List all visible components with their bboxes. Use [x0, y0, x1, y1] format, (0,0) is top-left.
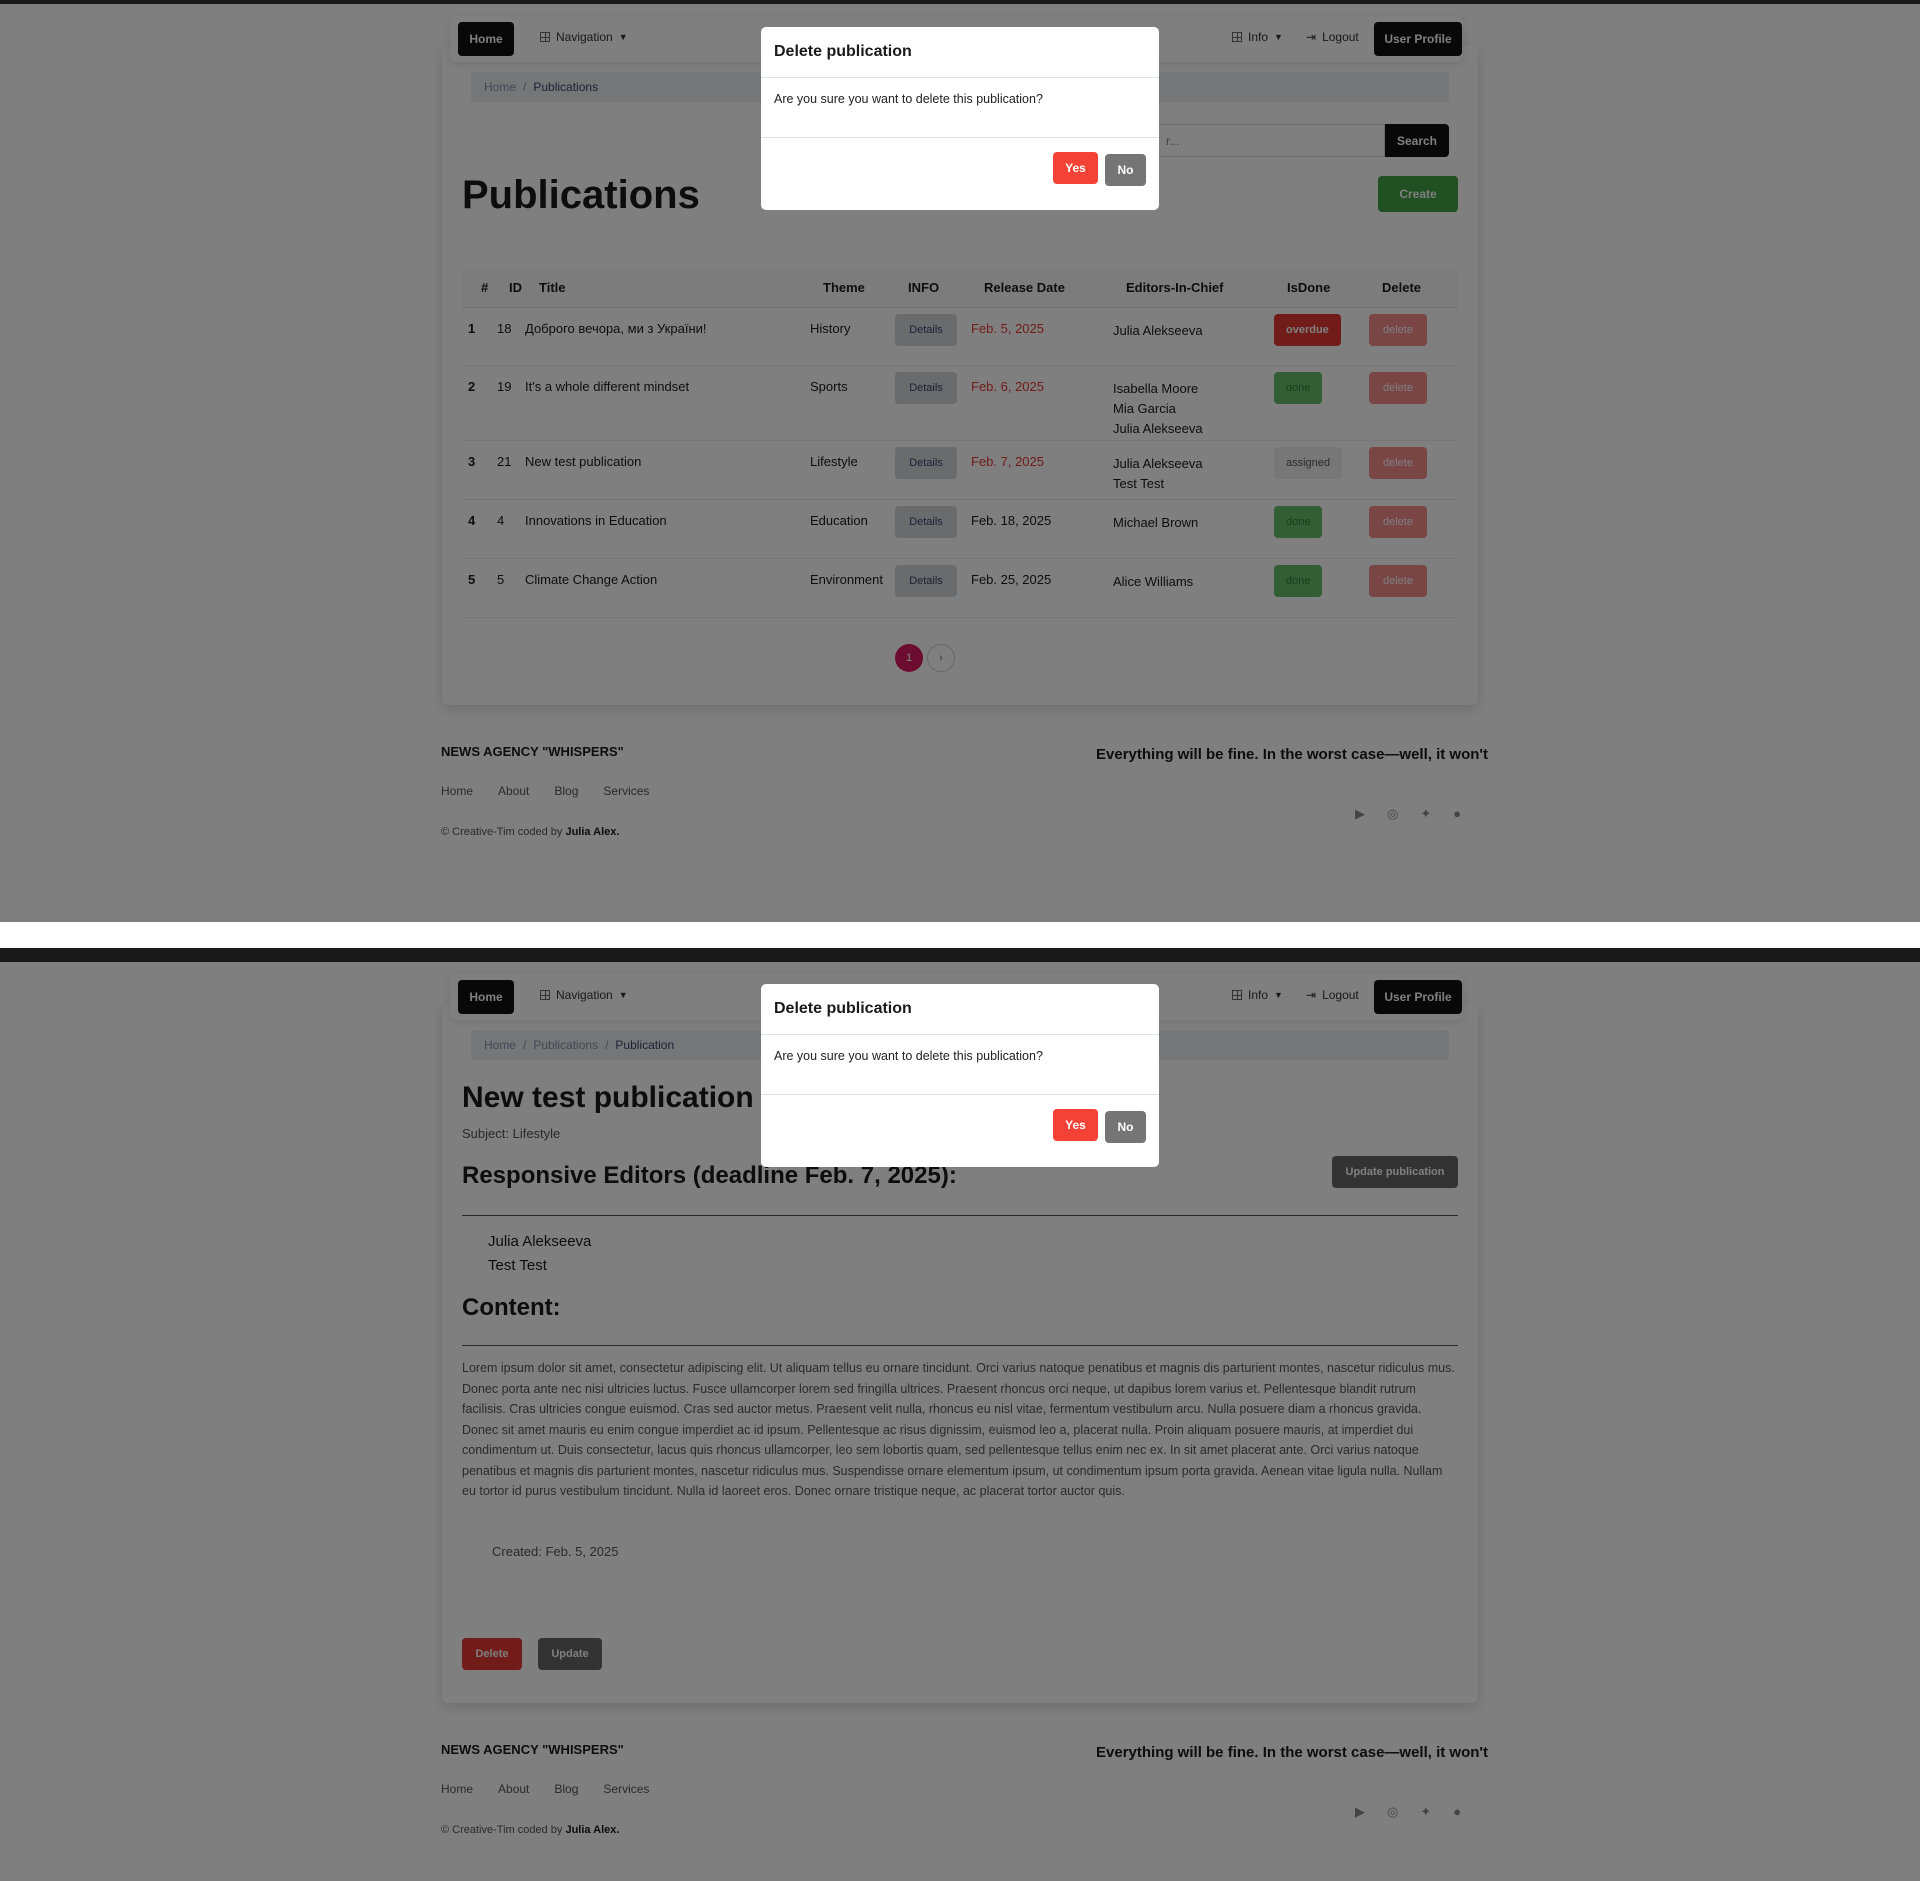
publications-list-screen: Home Navigation ▼ Info ▼ ⇥ Logout User P… [0, 0, 1920, 922]
no-button[interactable]: No [1105, 1111, 1146, 1143]
modal-title: Delete publication [774, 43, 912, 60]
modal-divider [761, 137, 1159, 138]
modal-divider [761, 1034, 1159, 1035]
delete-modal: Delete publication Are you sure you want… [761, 27, 1159, 210]
yes-button[interactable]: Yes [1053, 1109, 1098, 1141]
no-button[interactable]: No [1105, 154, 1146, 186]
yes-button[interactable]: Yes [1053, 152, 1098, 184]
delete-modal: Delete publication Are you sure you want… [761, 984, 1159, 1167]
modal-divider [761, 77, 1159, 78]
publication-detail-screen: Home Navigation ▼ Info ▼ ⇥ Logout User P… [0, 948, 1920, 1881]
modal-body: Are you sure you want to delete this pub… [774, 92, 1043, 106]
modal-title: Delete publication [774, 1000, 912, 1017]
modal-divider [761, 1094, 1159, 1095]
modal-body: Are you sure you want to delete this pub… [774, 1049, 1043, 1063]
